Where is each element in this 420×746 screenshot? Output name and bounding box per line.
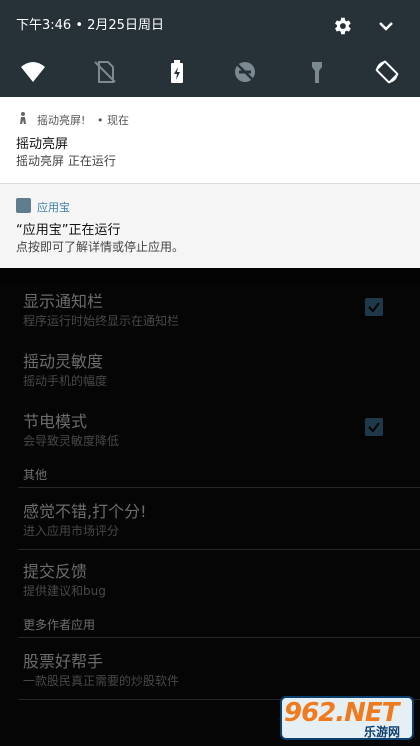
status-datetime: 下午3:46 • 2月25日周日 — [16, 18, 164, 33]
no-sim-icon[interactable] — [92, 59, 118, 85]
section-header-other: 其他 — [23, 468, 48, 482]
setting-title: 提交反馈 — [23, 562, 88, 581]
section-divider — [18, 637, 420, 638]
watermark-962-logo: 962.NET 乐游网 — [278, 694, 416, 742]
section-header-more-apps: 更多作者应用 — [23, 618, 96, 632]
notification-text: 摇动亮屏 正在运行 — [16, 154, 116, 168]
auto-rotate-icon[interactable] — [374, 59, 400, 85]
setting-title: 显示通知栏 — [23, 292, 104, 311]
notification-app-name: 摇动亮屏! — [37, 114, 86, 127]
setting-title: 感觉不错,打个分! — [23, 502, 147, 521]
notification-app-name: 应用宝 — [37, 201, 70, 214]
setting-rate-app[interactable]: 感觉不错,打个分! 进入应用市场评分 — [0, 490, 420, 550]
setting-title: 节电模式 — [23, 412, 88, 431]
notification-title: “应用宝”正在运行 — [16, 223, 121, 238]
quick-settings-panel: 下午3:46 • 2月25日周日 — [0, 0, 420, 97]
flashlight-icon[interactable] — [304, 59, 330, 85]
notification-time: • 现在 — [97, 114, 129, 127]
setting-power-save[interactable]: 节电模式 会导致灵敏度降低 — [0, 400, 420, 460]
setting-shake-sensitivity[interactable]: 摇动灵敏度 摇动手机的幅度 — [0, 340, 420, 400]
setting-subtitle: 会导致灵敏度降低 — [23, 434, 120, 448]
notification-shake-screen[interactable]: 摇动亮屏! • 现在 摇动亮屏 摇动亮屏 正在运行 — [0, 97, 420, 184]
watermark-caption: 乐游网 — [364, 725, 401, 739]
setting-title: 股票好帮手 — [23, 652, 104, 671]
setting-subtitle: 进入应用市场评分 — [23, 524, 120, 538]
notification-text: 点按即可了解详情或停止应用。 — [16, 240, 185, 254]
notification-shade: 下午3:46 • 2月25日周日 摇动亮屏! • 现在 摇动亮屏 摇动亮屏 正在… — [0, 0, 420, 268]
setting-subtitle: 程序运行时始终显示在通知栏 — [23, 314, 180, 328]
setting-subtitle: 摇动手机的幅度 — [23, 374, 108, 388]
setting-stock-helper-app[interactable]: 股票好帮手 一款股民真正需要的炒股软件 — [0, 640, 420, 700]
battery-charging-icon[interactable] — [164, 59, 190, 85]
notification-title: 摇动亮屏 — [16, 137, 69, 152]
setting-subtitle: 一款股民真正需要的炒股软件 — [23, 674, 180, 688]
setting-feedback[interactable]: 提交反馈 提供建议和bug — [0, 550, 420, 610]
yingyongbao-app-icon — [16, 198, 31, 213]
setting-show-notification[interactable]: 显示通知栏 程序运行时始终显示在通知栏 — [0, 280, 420, 340]
do-not-disturb-off-icon[interactable] — [232, 59, 258, 85]
wifi-icon[interactable] — [20, 59, 46, 85]
settings-gear-icon[interactable] — [331, 15, 353, 37]
setting-title: 摇动灵敏度 — [23, 352, 104, 371]
checkbox-checked-icon[interactable] — [365, 298, 383, 316]
notification-yingyongbao[interactable]: 应用宝 “应用宝”正在运行 点按即可了解详情或停止应用。 — [0, 184, 420, 268]
shake-app-icon — [20, 112, 26, 124]
section-divider — [18, 487, 420, 488]
setting-subtitle: 提供建议和bug — [23, 584, 106, 598]
checkbox-checked-icon[interactable] — [365, 418, 383, 436]
expand-chevron-icon[interactable] — [376, 16, 396, 36]
